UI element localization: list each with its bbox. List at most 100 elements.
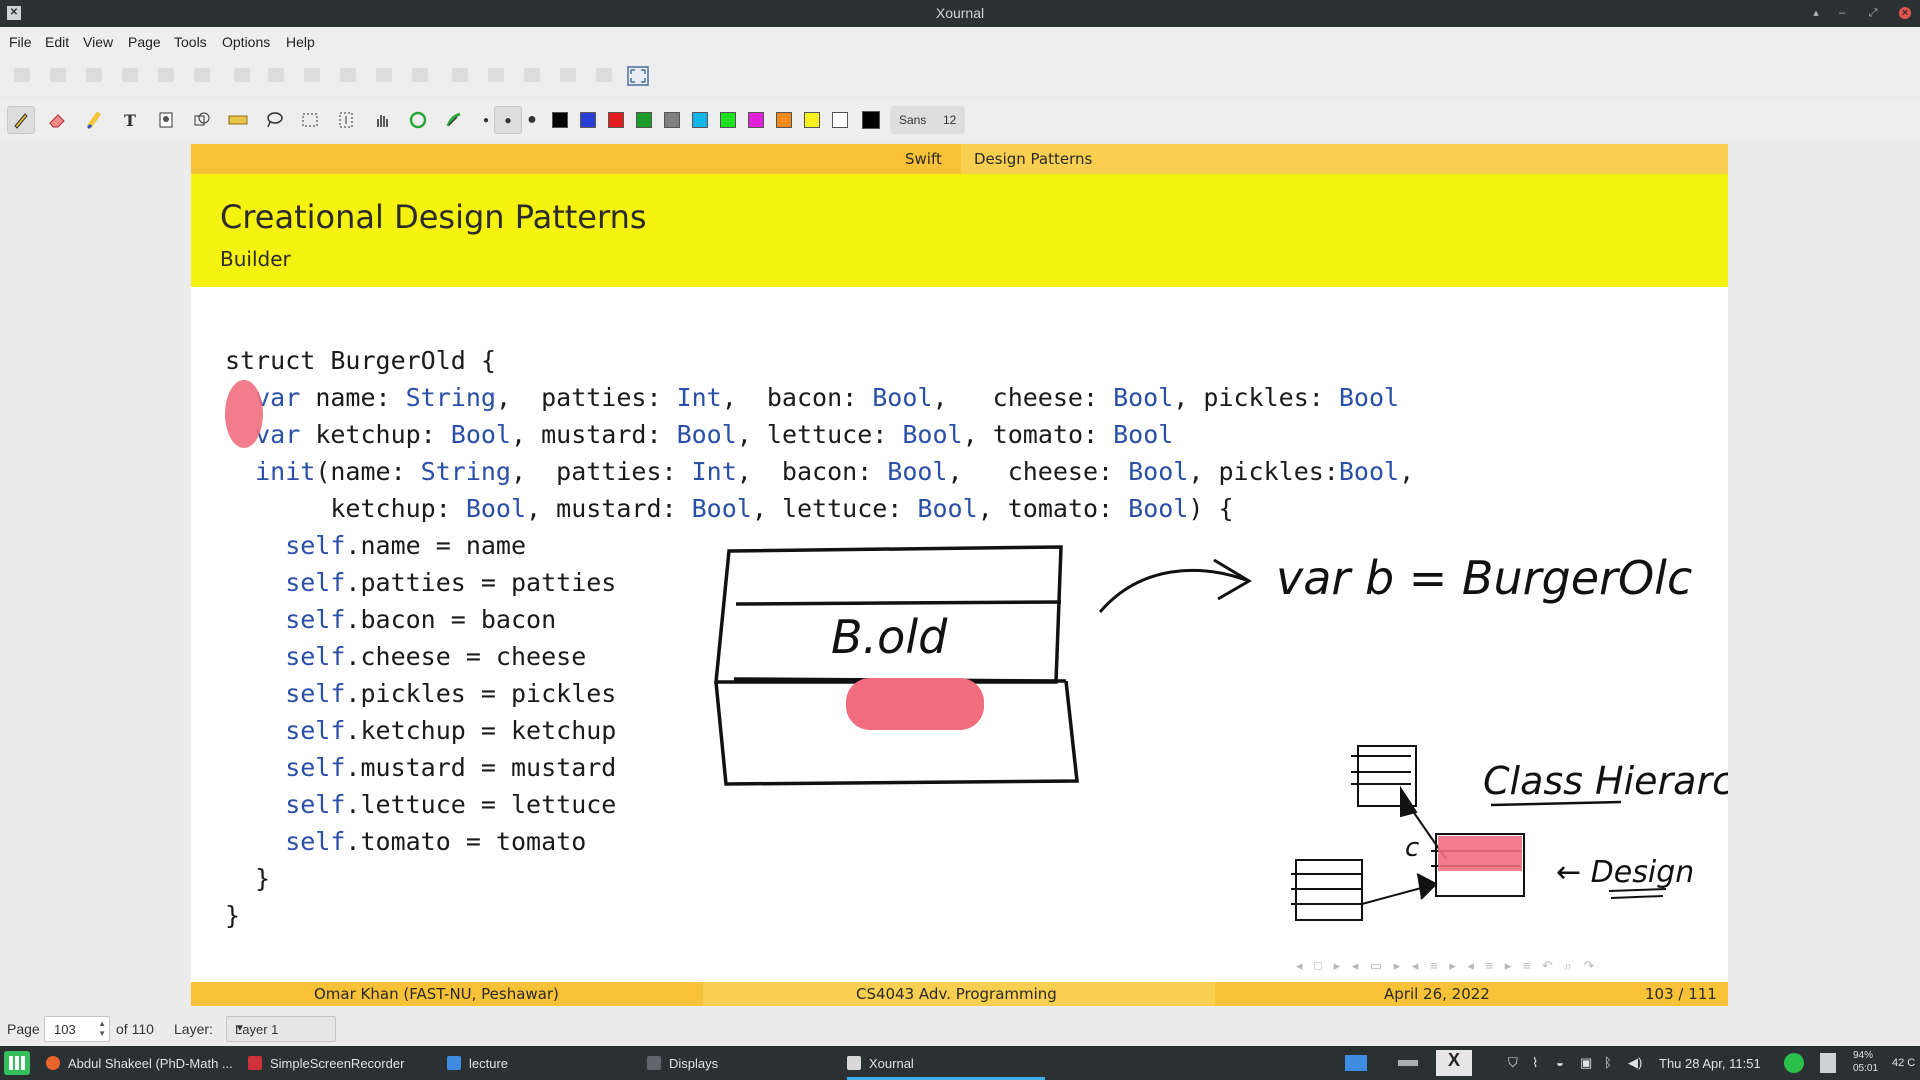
- menu-tools[interactable]: Tools: [174, 34, 207, 50]
- code-text: .mustard = mustard: [345, 753, 617, 782]
- keep-above-icon[interactable]: ▴: [1810, 7, 1822, 19]
- camera-icon[interactable]: ▣: [1580, 1055, 1592, 1071]
- copy-icon[interactable]: [158, 68, 174, 82]
- shape-recognizer-icon[interactable]: [188, 106, 216, 134]
- status-bar: Page 103 ▲ ▼ of 110 Layer: Layer 1 ▼: [0, 1012, 1920, 1046]
- clock[interactable]: Thu 28 Apr, 11:51: [1659, 1056, 1761, 1071]
- color-blue[interactable]: [580, 112, 596, 128]
- code-text: , patties:: [495, 383, 677, 412]
- ruler-icon[interactable]: [224, 106, 252, 134]
- zoom-in-icon[interactable]: [524, 68, 540, 82]
- code-keyword: self: [225, 753, 346, 782]
- new-icon[interactable]: [14, 68, 30, 82]
- default-highlighter-icon[interactable]: [440, 106, 468, 134]
- font-selector[interactable]: Sans 12: [890, 106, 965, 134]
- text-tool-icon[interactable]: T: [116, 106, 144, 134]
- task-xournal[interactable]: Xournal: [847, 1046, 1045, 1080]
- menu-view[interactable]: View: [83, 34, 113, 50]
- close-icon[interactable]: ×: [1899, 7, 1911, 19]
- task-displays[interactable]: Displays: [647, 1046, 718, 1080]
- last-page-icon[interactable]: [412, 68, 428, 82]
- vertical-space-icon[interactable]: [332, 106, 360, 134]
- first-page-icon[interactable]: [304, 68, 320, 82]
- menu-help[interactable]: Help: [286, 34, 315, 50]
- volume-icon[interactable]: ◀): [1628, 1055, 1642, 1071]
- code-text: }: [225, 864, 271, 893]
- beamer-nav-symbols[interactable]: ◂ □ ▸ ◂ ▭ ▸ ◂ ≡ ▸ ◂ ≡ ▸ ≡ ↶ ⌕ ↷: [1296, 958, 1598, 974]
- app-launcher-icon[interactable]: [4, 1051, 30, 1075]
- color-light-green[interactable]: [720, 112, 736, 128]
- bluetooth-icon[interactable]: ᛒ: [1604, 1055, 1612, 1070]
- keyboard-icon[interactable]: [1398, 1060, 1418, 1066]
- paste-icon[interactable]: [194, 68, 210, 82]
- rect-select-icon[interactable]: [296, 106, 324, 134]
- grammarly-icon[interactable]: [1784, 1053, 1804, 1073]
- prev-page-icon[interactable]: [340, 68, 356, 82]
- maximize-icon[interactable]: ⤢: [1867, 7, 1879, 19]
- eraser-icon[interactable]: [43, 106, 71, 134]
- hand-tool-icon[interactable]: [368, 106, 396, 134]
- menu-options[interactable]: Options: [222, 34, 270, 50]
- code-text: , lettuce:: [751, 494, 918, 523]
- code-text: .pickles = pickles: [345, 679, 617, 708]
- open-icon[interactable]: [50, 68, 66, 82]
- thickness-thick-icon[interactable]: ●: [518, 106, 546, 134]
- zoom-out-icon[interactable]: [452, 68, 468, 82]
- color-yellow[interactable]: [804, 112, 820, 128]
- next-page-icon[interactable]: [376, 68, 392, 82]
- xournal-tray-icon[interactable]: X: [1436, 1050, 1472, 1076]
- battery-status[interactable]: 94% 05:01: [1853, 1049, 1878, 1075]
- code-text: name:: [300, 383, 406, 412]
- save-icon[interactable]: [86, 68, 102, 82]
- code-text: , pickles:: [1173, 383, 1339, 412]
- default-pen-icon[interactable]: [404, 106, 432, 134]
- header-section: Swift: [905, 150, 942, 168]
- redo-icon[interactable]: [268, 68, 284, 82]
- color-light-blue[interactable]: [692, 112, 708, 128]
- lasso-select-icon[interactable]: [260, 106, 288, 134]
- layer-select[interactable]: Layer 1 ▼: [226, 1016, 336, 1042]
- code-keyword: Bool: [887, 457, 948, 486]
- desktop-icon[interactable]: [1345, 1055, 1367, 1071]
- task-screen-recorder[interactable]: SimpleScreenRecorder: [248, 1046, 404, 1080]
- zoom-normal-icon[interactable]: [488, 68, 504, 82]
- current-color[interactable]: [862, 111, 880, 129]
- code-keyword: Int: [676, 383, 722, 412]
- color-white[interactable]: [832, 112, 848, 128]
- minimize-icon[interactable]: –: [1836, 7, 1848, 19]
- highlighter-icon[interactable]: [80, 106, 108, 134]
- page-width-icon[interactable]: [560, 68, 576, 82]
- color-orange[interactable]: [776, 112, 792, 128]
- color-black[interactable]: [552, 112, 568, 128]
- clipboard-icon[interactable]: [1820, 1053, 1836, 1073]
- task-label: Displays: [669, 1055, 719, 1071]
- footer-pages: 103 / 111: [1645, 985, 1717, 1003]
- clip-icon[interactable]: ⌇: [1532, 1055, 1538, 1071]
- code-keyword: self: [225, 568, 346, 597]
- fullscreen-icon[interactable]: [627, 66, 649, 86]
- zoom-set-icon[interactable]: [596, 68, 612, 82]
- color-magenta[interactable]: [748, 112, 764, 128]
- spinner-arrows-icon[interactable]: ▲ ▼: [98, 1019, 106, 1039]
- task-label: Xournal: [869, 1055, 914, 1071]
- page-canvas[interactable]: Swift Design Patterns Creational Design …: [191, 144, 1728, 1006]
- color-green[interactable]: [636, 112, 652, 128]
- code-keyword: self: [225, 716, 346, 745]
- pen-icon[interactable]: [7, 106, 35, 134]
- color-red[interactable]: [608, 112, 624, 128]
- font-name: Sans: [899, 113, 927, 127]
- wifi-icon[interactable]: ◒: [1556, 1055, 1564, 1070]
- task-lecture-folder[interactable]: lecture: [447, 1046, 508, 1080]
- image-tool-icon[interactable]: [152, 106, 180, 134]
- task-firefox[interactable]: Abdul Shakeel (PhD-Math ...: [46, 1046, 233, 1080]
- menu-page[interactable]: Page: [128, 34, 161, 50]
- menu-file[interactable]: File: [9, 34, 32, 50]
- cut-icon[interactable]: [122, 68, 138, 82]
- undo-icon[interactable]: [234, 68, 250, 82]
- shield-icon[interactable]: ⛉: [1508, 1055, 1518, 1071]
- page-number-spinner[interactable]: 103 ▲ ▼: [44, 1016, 110, 1042]
- code-keyword: Bool: [917, 494, 978, 523]
- code-keyword: Bool: [1128, 494, 1189, 523]
- color-gray[interactable]: [664, 112, 680, 128]
- menu-edit[interactable]: Edit: [45, 34, 69, 50]
